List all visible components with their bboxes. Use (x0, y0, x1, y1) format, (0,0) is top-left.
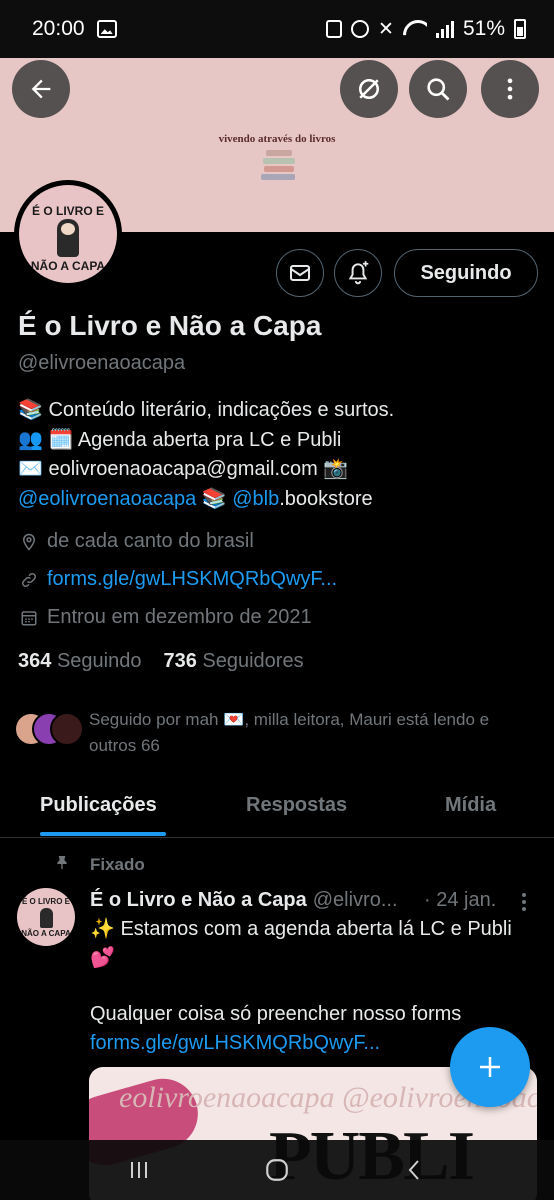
post-date[interactable]: · 24 jan. (424, 889, 496, 912)
system-navigation-bar (0, 1140, 554, 1200)
home-button[interactable] (252, 1145, 302, 1195)
post-text-line: ✨ Estamos com a agenda aberta lá LC e Pu… (90, 918, 512, 969)
following-label: Seguindo (56, 650, 142, 672)
post-avatar-text-top: É O LIVRO E (21, 897, 70, 906)
avatar (50, 712, 84, 746)
tab-publicacoes[interactable]: Publicações (40, 794, 157, 817)
profile-tabs: Publicações Respostas Mídia (0, 780, 554, 838)
post-avatar-illustration (40, 908, 53, 928)
following-link[interactable]: 364 Seguindo (18, 650, 141, 673)
post-author-handle[interactable]: @elivro... (313, 889, 398, 912)
bio-line: ✉️ eolivroenaoacapa@gmail.com 📸 (18, 458, 349, 480)
bell-plus-icon (348, 261, 369, 285)
search-button[interactable] (409, 60, 467, 118)
alarm-icon (351, 20, 370, 38)
bio-mention-link[interactable]: @eolivroenaoacapa (18, 488, 196, 510)
back-button[interactable] (12, 60, 70, 118)
wifi-icon (403, 20, 427, 38)
pinned-label: Fixado (54, 852, 145, 877)
home-icon (266, 1159, 288, 1181)
post-more-button[interactable] (516, 890, 532, 914)
profile-name: É o Livro e Não a Capa (18, 310, 322, 341)
plus-icon (480, 1057, 500, 1077)
nfc-icon (326, 20, 343, 38)
more-vertical-icon (507, 78, 513, 100)
link-icon (18, 571, 40, 589)
post-header: É o Livro e Não a Capa @elivro... (90, 889, 398, 912)
bio-text: .bookstore (279, 487, 373, 510)
signal-icon (435, 20, 454, 38)
location-pin-icon (18, 532, 40, 552)
followed-by-text[interactable]: Seguido por mah 💌, milla leitora, Mauri … (89, 707, 529, 759)
books-stack-icon (261, 150, 297, 190)
post-author-name[interactable]: É o Livro e Não a Capa (90, 889, 307, 912)
status-bar: 20:00 ✕ 51% (0, 0, 554, 58)
hide-replies-button[interactable] (340, 60, 398, 118)
chevron-left-icon (408, 1160, 419, 1180)
avatar-logo: É O LIVRO E NÃO A CAPA (19, 185, 117, 283)
recent-apps-icon (131, 1162, 147, 1178)
bio-line: @eolivroenaoacapa 📚 @blb.bookstore (18, 485, 394, 515)
profile-handle: @elivroenaoacapa (18, 352, 186, 374)
bio-line: 📚 Conteúdo literário, indicações e surto… (18, 399, 395, 421)
follow-stats: 364 Seguindo 736 Seguidores (18, 650, 304, 673)
bio-line: 👥 🗓️ Agenda aberta pra LC e Publi (18, 428, 342, 451)
avatar-logo-text-bottom: NÃO A CAPA (30, 259, 106, 273)
profile-location: de cada canto do brasil (18, 530, 254, 553)
arrow-left-icon (31, 79, 51, 99)
following-count: 364 (18, 650, 52, 672)
battery-icon (514, 19, 526, 39)
location-text: de cada canto do brasil (47, 530, 254, 552)
profile-bio: 📚 Conteúdo literário, indicações e surto… (18, 396, 394, 514)
post-author-avatar[interactable]: É O LIVRO E NÃO A CAPA (17, 888, 75, 946)
tab-midia[interactable]: Mídia (445, 794, 496, 817)
search-icon (427, 78, 450, 101)
active-tab-indicator (40, 832, 166, 836)
followed-by-avatars[interactable] (14, 708, 88, 748)
post-text-line: Qualquer coisa só preencher nosso forms (90, 1003, 462, 1025)
eye-off-icon (359, 79, 379, 99)
status-time: 20:00 (32, 17, 85, 40)
envelope-icon (290, 265, 310, 281)
joined-text: Entrou em dezembro de 2021 (47, 606, 312, 628)
bio-separator: 📚 (196, 487, 233, 510)
profile-website: forms.gle/gwLHSKMQRbQwyF... (18, 568, 337, 591)
profile-avatar[interactable]: É O LIVRO E NÃO A CAPA (14, 180, 122, 288)
recent-apps-button[interactable] (114, 1145, 164, 1195)
notifications-button[interactable] (334, 249, 382, 297)
compose-post-button[interactable] (450, 1027, 530, 1107)
nav-back-button[interactable] (390, 1145, 440, 1195)
banner-tagline: vivendo através do livros (218, 133, 336, 145)
gallery-notification-icon (96, 20, 117, 38)
followers-label: Seguidores (202, 650, 304, 672)
avatar-illustration (57, 219, 79, 257)
calendar-icon (18, 609, 40, 627)
pinned-text: Fixado (90, 854, 145, 874)
bio-mention-link[interactable]: @blb (232, 488, 279, 510)
post-avatar-text-bottom: NÃO A CAPA (21, 929, 71, 938)
following-button[interactable]: Seguindo (394, 249, 538, 297)
tab-respostas[interactable]: Respostas (246, 794, 347, 817)
avatar-logo-text-top: É O LIVRO E (31, 204, 104, 218)
more-options-button[interactable] (481, 60, 539, 118)
followers-link[interactable]: 736 Seguidores (163, 650, 303, 673)
website-link[interactable]: forms.gle/gwLHSKMQRbQwyF... (47, 568, 337, 591)
pin-icon (54, 852, 74, 877)
message-button[interactable] (276, 249, 324, 297)
profile-joined: Entrou em dezembro de 2021 (18, 606, 312, 629)
battery-percent: 51% (462, 17, 505, 40)
followers-count: 736 (163, 650, 197, 672)
mute-icon: ✕ (378, 18, 394, 40)
